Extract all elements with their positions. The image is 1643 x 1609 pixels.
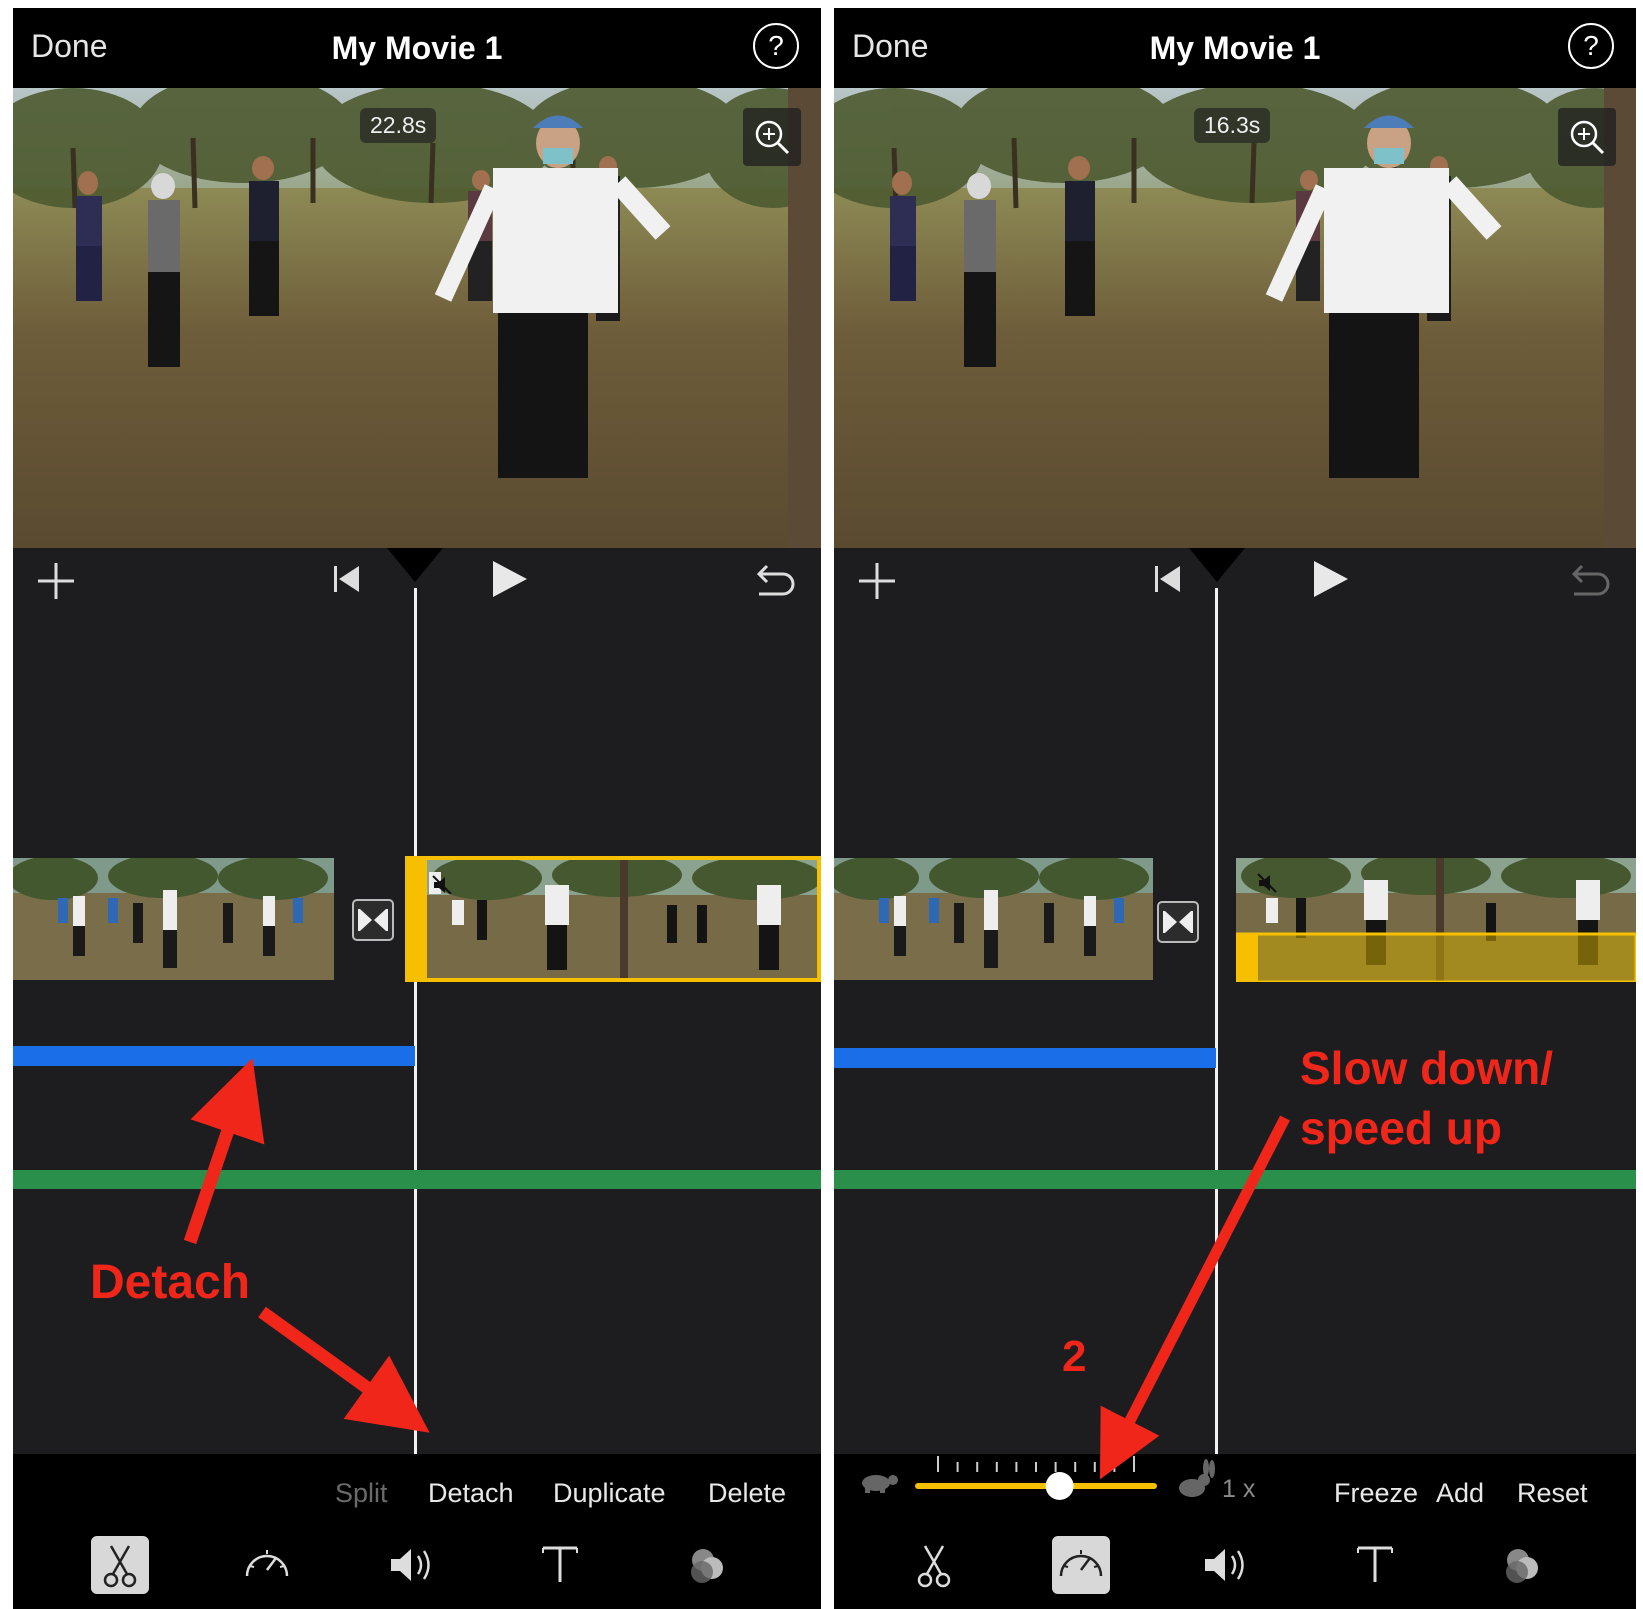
help-button[interactable]: ? (753, 23, 799, 69)
volume-icon (391, 1549, 430, 1581)
duplicate-button[interactable]: Duplicate (553, 1478, 666, 1509)
text-icon (1357, 1546, 1393, 1582)
add-icon[interactable] (856, 560, 898, 602)
project-title: My Movie 1 (331, 30, 503, 66)
filters-icon (1506, 1549, 1538, 1583)
playhead-marker (1189, 548, 1245, 582)
video-preview: 22.8s (13, 88, 821, 548)
timeline-clip-1[interactable] (13, 858, 334, 980)
clip-thumbnail (427, 860, 817, 978)
speed-annotation: Slow down/ speed up (1300, 1038, 1553, 1158)
timeline-clip-1[interactable] (834, 858, 1153, 980)
freeze-button[interactable]: Freeze (1334, 1478, 1418, 1509)
filters-tool[interactable] (678, 1536, 736, 1594)
volume-icon (1205, 1549, 1244, 1581)
play-icon[interactable] (1310, 558, 1352, 600)
transition-icon (1163, 911, 1193, 933)
detach-annotation: Detach (90, 1256, 251, 1309)
zoom-button[interactable] (1558, 108, 1616, 166)
delete-button[interactable]: Delete (708, 1478, 786, 1509)
right-screenshot-panel: Done My Movie 1 ? 16.3s 1 x Freeze Add R… (834, 8, 1636, 1609)
volume-tool[interactable] (1199, 1536, 1257, 1594)
background-music-track[interactable] (834, 1170, 1636, 1189)
nav-header: Done My Movie 1 ? (13, 8, 821, 88)
left-screenshot-panel: Done My Movie 1 ? 22.8s Split Detach Dup… (13, 8, 821, 1609)
scissors-tool[interactable] (905, 1536, 963, 1594)
transition-icon (358, 909, 388, 931)
speed-gauge-icon (245, 1550, 289, 1577)
titles-tool[interactable] (531, 1536, 589, 1594)
mute-icon (1257, 873, 1277, 893)
undo-icon[interactable] (1568, 558, 1614, 600)
zoom-button[interactable] (743, 108, 801, 166)
zoom-in-icon (1570, 120, 1605, 155)
speed-gauge-icon (1059, 1550, 1103, 1577)
playhead-marker (387, 548, 443, 582)
zoom-in-icon (755, 120, 790, 155)
clip-thumbnail (834, 858, 1153, 980)
skip-to-start-icon[interactable] (1152, 563, 1184, 595)
speed-tool[interactable] (238, 1536, 296, 1594)
detached-audio-track[interactable] (834, 1048, 1216, 1068)
timeline-clip-2-selected[interactable] (1236, 858, 1636, 982)
transition-button[interactable] (352, 899, 394, 941)
undo-icon[interactable] (753, 558, 799, 600)
clip-thumbnail (13, 858, 334, 980)
scissors-icon (103, 1545, 137, 1588)
transition-button[interactable] (1157, 901, 1199, 943)
rabbit-icon (1179, 1459, 1215, 1497)
preview-frame-image (834, 88, 1636, 548)
speed-annotation-line-1: Slow down/ (1300, 1042, 1553, 1094)
playhead-line[interactable] (1215, 588, 1218, 1456)
turtle-icon (862, 1475, 898, 1493)
filters-tool[interactable] (1493, 1536, 1551, 1594)
skip-to-start-icon[interactable] (331, 563, 363, 595)
speed-tool[interactable] (1052, 1536, 1110, 1594)
playhead-line[interactable] (414, 588, 417, 1456)
add-icon[interactable] (35, 560, 77, 602)
help-button[interactable]: ? (1568, 23, 1614, 69)
detached-audio-track[interactable] (13, 1046, 415, 1066)
mute-icon (432, 875, 452, 895)
speed-value-label: 1 x (1222, 1475, 1256, 1503)
detach-button[interactable]: Detach (428, 1478, 514, 1509)
add-button[interactable]: Add (1436, 1478, 1484, 1509)
video-preview: 16.3s (834, 88, 1636, 548)
nav-header: Done My Movie 1 ? (834, 8, 1636, 88)
background-music-track[interactable] (13, 1170, 821, 1189)
duration-badge: 22.8s (360, 108, 437, 143)
clip-thumbnail (1236, 858, 1636, 982)
slider-thumb[interactable] (1045, 1472, 1074, 1500)
reset-button[interactable]: Reset (1517, 1478, 1588, 1509)
split-button[interactable]: Split (335, 1478, 388, 1509)
slider-ticks (937, 1456, 1135, 1472)
titles-tool[interactable] (1346, 1536, 1404, 1594)
preview-frame-image (13, 88, 821, 548)
volume-tool[interactable] (385, 1536, 443, 1594)
scissors-icon (917, 1545, 951, 1588)
timeline-clip-2-selected[interactable] (405, 856, 821, 982)
duration-badge: 16.3s (1194, 108, 1271, 143)
speed-annotation-line-2: speed up (1300, 1102, 1502, 1154)
play-icon[interactable] (489, 558, 531, 600)
step-number: 2 (1062, 1332, 1087, 1381)
project-title: My Movie 1 (1149, 30, 1321, 66)
scissors-tool[interactable] (91, 1536, 149, 1594)
text-icon (542, 1546, 578, 1582)
filters-icon (691, 1549, 723, 1583)
